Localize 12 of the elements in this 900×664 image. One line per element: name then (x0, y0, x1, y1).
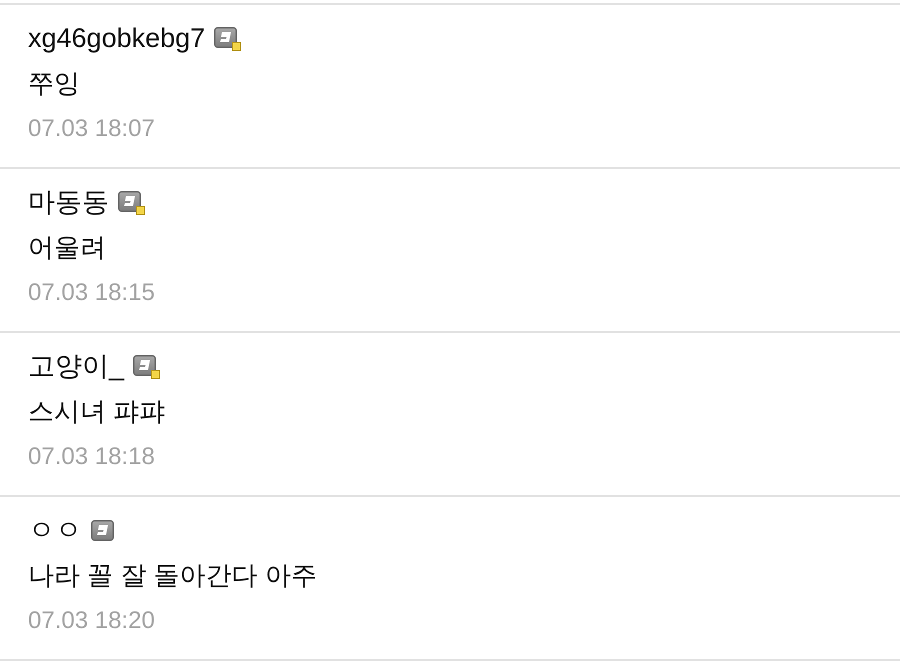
comment-author: 고양이_ (28, 350, 124, 383)
comment-time: 07.03 18:15 (28, 278, 156, 308)
comment-author: 마동동 (28, 186, 109, 219)
comment-time: 07.03 18:20 (28, 606, 156, 636)
comment-author: ㅇㅇ (28, 514, 82, 547)
comment-text: 어울려 (28, 231, 107, 264)
comment-text: 스시녀 퍄퍄 (28, 395, 166, 428)
comment-text: 나라 꼴 잘 돌아간다 아주 (28, 559, 318, 592)
comment-author: xg46gobkebg7 (28, 22, 206, 55)
comment-time: 07.03 18:07 (28, 114, 156, 144)
comment-text: 쭈잉 (28, 67, 81, 100)
comment-time: 07.03 18:18 (28, 442, 156, 472)
